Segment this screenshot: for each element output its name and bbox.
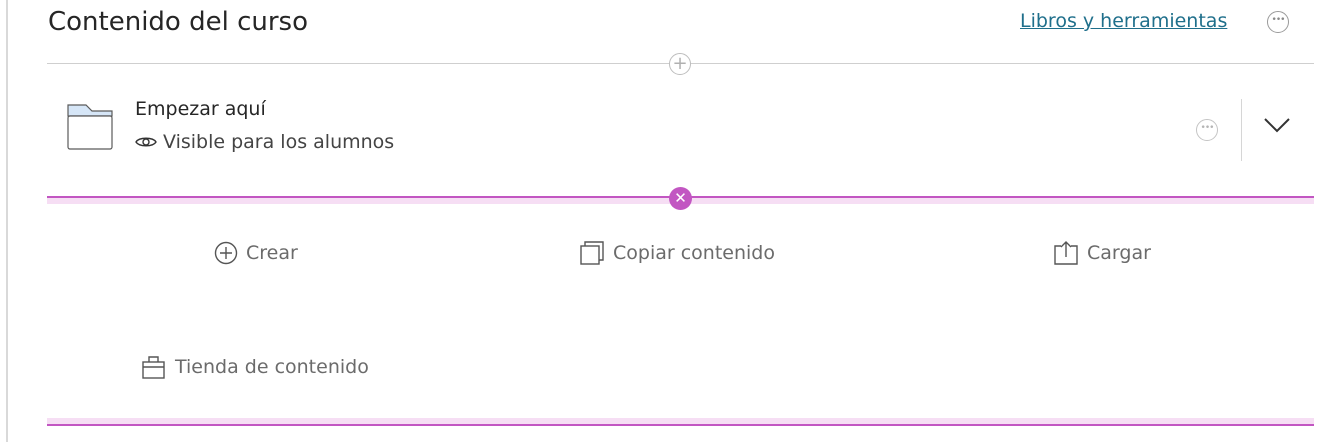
upload-label: Cargar [1087, 242, 1151, 264]
item-separator [1241, 99, 1242, 161]
create-button[interactable]: Crear [214, 240, 298, 266]
more-options-icon: ••• [1200, 123, 1215, 133]
item-title[interactable]: Empezar aquí [135, 96, 266, 122]
add-icon: + [672, 52, 688, 74]
chevron-down-icon [1264, 118, 1290, 133]
upload-button[interactable]: Cargar [1053, 240, 1151, 266]
copy-label: Copiar contenido [613, 242, 775, 264]
create-label: Crear [246, 242, 298, 264]
books-tools-link[interactable]: Libros y herramientas [1020, 8, 1227, 34]
store-icon [142, 356, 165, 379]
item-more-options-button[interactable]: ••• [1196, 119, 1218, 141]
content-store-button[interactable]: Tienda de contenido [141, 354, 369, 380]
left-rule [6, 0, 8, 442]
upload-icon [1054, 241, 1078, 265]
expand-button[interactable] [1262, 116, 1292, 138]
header-more-options-button[interactable]: ••• [1267, 11, 1289, 33]
store-label: Tienda de contenido [175, 356, 369, 378]
page-title: Contenido del curso [48, 7, 309, 37]
panel-bottom-line [47, 424, 1314, 426]
more-options-icon: ••• [1271, 15, 1286, 25]
copy-icon [580, 241, 604, 265]
add-content-top-button[interactable]: + [669, 53, 691, 75]
close-panel-button[interactable]: ✕ [669, 187, 692, 210]
visibility-status[interactable]: Visible para los alumnos [135, 129, 394, 155]
plus-circle-icon [214, 241, 238, 265]
close-icon: ✕ [674, 189, 687, 207]
visibility-label: Visible para los alumnos [163, 131, 395, 153]
copy-content-button[interactable]: Copiar contenido [579, 240, 775, 266]
eye-icon [135, 137, 157, 147]
folder-icon [66, 103, 114, 155]
